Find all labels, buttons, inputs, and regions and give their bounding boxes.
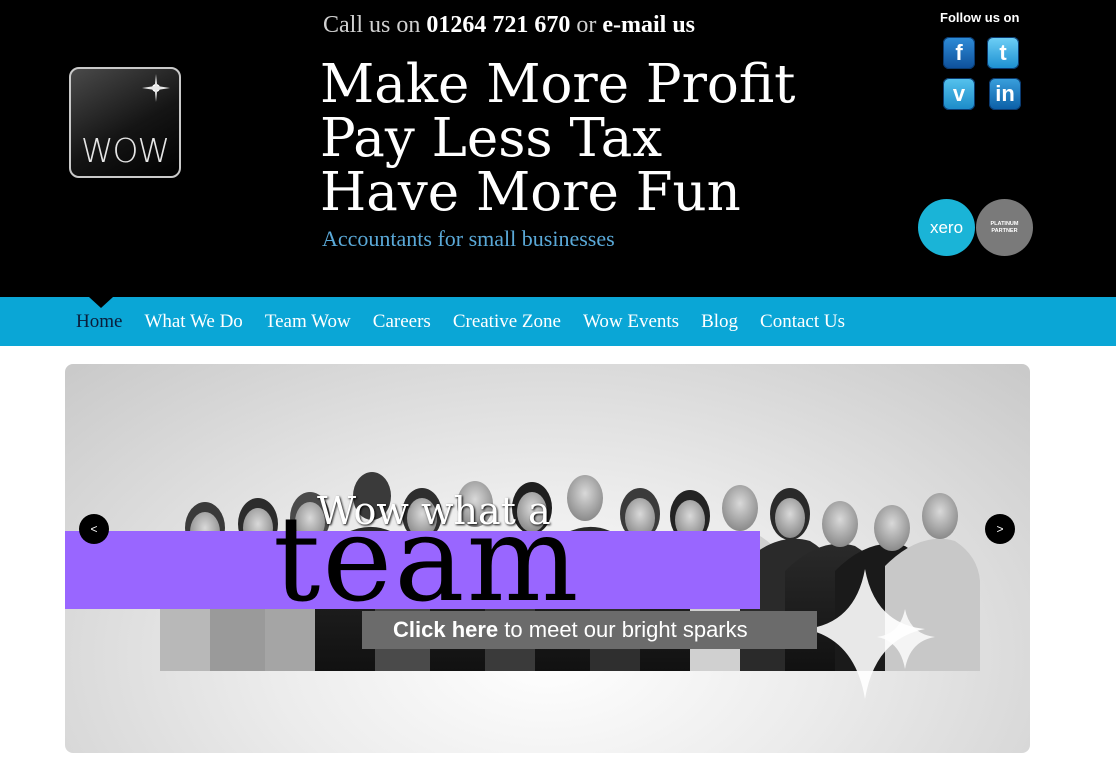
contact-prefix: Call us on <box>323 12 421 38</box>
phone-number[interactable]: 01264 721 670 <box>426 12 570 38</box>
slider-prev-button[interactable]: < <box>79 514 109 544</box>
contact-joiner: or <box>576 12 597 38</box>
main-nav: Home What We Do Team Wow Careers Creativ… <box>0 297 1116 346</box>
headline-line-1: Make More Profit <box>320 54 796 115</box>
cta-rest: to meet our bright sparks <box>504 617 748 642</box>
email-link[interactable]: e-mail us <box>602 12 695 38</box>
xero-badge[interactable]: xero <box>918 199 975 256</box>
headline-line-3: Have More Fun <box>320 162 741 223</box>
nav-item-creative-zone[interactable]: Creative Zone <box>453 311 561 333</box>
partner-line-1: PLATINUM <box>990 220 1019 227</box>
facebook-icon[interactable]: f <box>943 37 975 69</box>
nav-item-team-wow[interactable]: Team Wow <box>265 311 351 333</box>
nav-item-blog[interactable]: Blog <box>701 311 738 333</box>
logo-text: WOW <box>80 131 170 170</box>
nav-item-wow-events[interactable]: Wow Events <box>583 311 679 333</box>
meet-team-cta[interactable]: Click here to meet our bright sparks <box>362 611 817 649</box>
nav-items: Home What We Do Team Wow Careers Creativ… <box>76 311 867 333</box>
headline: Make More Profit Pay Less Tax Have More … <box>320 58 795 220</box>
nav-item-contact-us[interactable]: Contact Us <box>760 311 845 333</box>
sparkle-icon <box>142 74 170 102</box>
site-header: WOW Call us on 01264 721 670 or e-mail u… <box>0 0 1116 297</box>
cta-bold: Click here <box>393 617 499 642</box>
partner-line-2: PARTNER <box>991 227 1018 234</box>
nav-item-home[interactable]: Home <box>76 311 122 333</box>
follow-label: Follow us on <box>940 10 1020 25</box>
platinum-partner-badge: PLATINUM PARTNER <box>976 199 1033 256</box>
slider-next-button[interactable]: > <box>985 514 1015 544</box>
linkedin-icon[interactable]: in <box>989 78 1021 110</box>
hero-slider[interactable]: team Wow what a Click here to meet our b… <box>65 364 1030 753</box>
slide-heading: Wow what a <box>317 489 551 533</box>
wow-logo[interactable]: WOW <box>69 67 181 178</box>
contact-line: Call us on 01264 721 670 or e-mail us <box>323 12 695 39</box>
tagline: Accountants for small businesses <box>322 226 615 251</box>
nav-item-careers[interactable]: Careers <box>373 311 431 333</box>
twitter-icon[interactable]: t <box>987 37 1019 69</box>
vimeo-icon[interactable]: v <box>943 78 975 110</box>
nav-item-what-we-do[interactable]: What We Do <box>144 311 242 333</box>
active-nav-pointer <box>89 297 113 308</box>
headline-line-2: Pay Less Tax <box>320 108 663 169</box>
